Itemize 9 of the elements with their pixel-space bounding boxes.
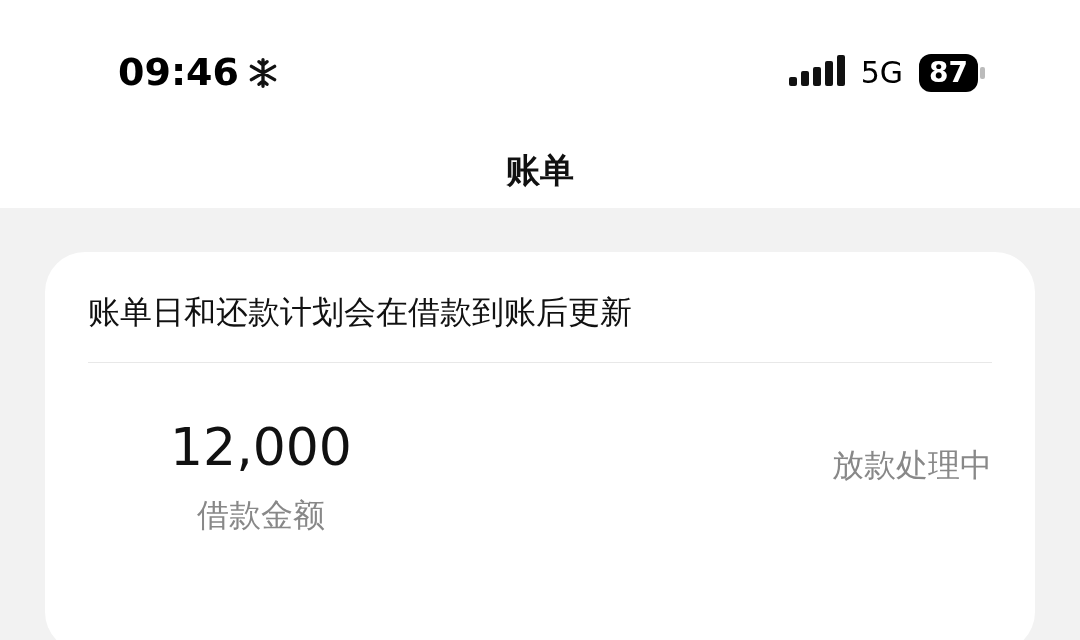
page-title: 账单 — [506, 149, 574, 192]
battery-tip-icon — [980, 66, 985, 79]
network-label: 5G — [860, 54, 904, 92]
battery-badge: 87 — [919, 53, 978, 92]
loan-status: 放款处理中 — [832, 445, 992, 486]
amount-label: 借款金额 — [196, 495, 325, 536]
notice-text: 账单日和还款计划会在借款到账后更新 — [88, 293, 632, 331]
loan-amount: 12,000 — [170, 421, 352, 473]
status-time: 09:46 — [118, 49, 239, 96]
